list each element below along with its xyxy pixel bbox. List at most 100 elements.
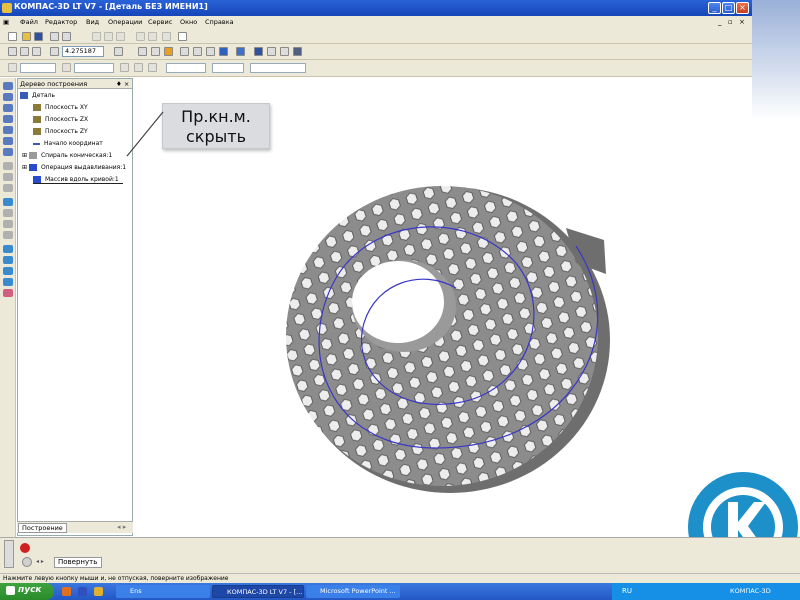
taskbar-item-kompas[interactable]: КОМПАС-3D LT V7 - [...]: [212, 585, 304, 598]
perspective-icon[interactable]: [236, 47, 245, 56]
show-all-icon[interactable]: [151, 47, 160, 56]
filter-icon[interactable]: [3, 148, 13, 156]
arc-icon[interactable]: [3, 137, 13, 145]
param-icon-2[interactable]: [3, 173, 13, 181]
tree-item-origin[interactable]: Начало координат: [33, 140, 103, 147]
zoom-out-icon[interactable]: [32, 47, 41, 56]
tree-item-plane-zy[interactable]: Плоскость ZY: [33, 128, 88, 135]
save-icon[interactable]: [34, 32, 43, 41]
doc-restore-icon[interactable]: ▫: [728, 18, 733, 26]
axis-icon[interactable]: [3, 126, 13, 134]
start-button[interactable]: пуск: [0, 583, 54, 600]
orientation-icon[interactable]: [114, 47, 123, 56]
param-icon-1[interactable]: [3, 162, 13, 170]
tree-item-plane-xy[interactable]: Плоскость XY: [33, 104, 88, 111]
menu-operations[interactable]: Операции: [108, 18, 142, 26]
stop-icon[interactable]: [20, 543, 30, 553]
taskbar-item-folder[interactable]: Ens: [116, 585, 210, 598]
zoom-icon[interactable]: [50, 47, 59, 56]
props-scroll-icon[interactable]: ◂ ▸: [36, 558, 44, 565]
state-field-5[interactable]: [250, 63, 306, 73]
measure-icon[interactable]: [280, 47, 289, 56]
zoom-window-icon[interactable]: [8, 47, 17, 56]
undo-icon[interactable]: [136, 32, 145, 41]
geometry-icon[interactable]: [3, 93, 13, 101]
close-button[interactable]: ×: [736, 2, 749, 14]
open-icon[interactable]: [22, 32, 31, 41]
expand-icon[interactable]: ⊞: [22, 164, 27, 171]
feature-icon-1[interactable]: [3, 245, 13, 253]
print-icon[interactable]: [50, 32, 59, 41]
tab-rotate[interactable]: Повернуть: [54, 557, 102, 568]
menu-service[interactable]: Сервис: [148, 18, 172, 26]
feature-icon-2[interactable]: [3, 256, 13, 264]
operation-icon-1[interactable]: [3, 198, 13, 206]
menu-file[interactable]: Файл: [20, 18, 38, 26]
menu-window[interactable]: Окно: [180, 18, 197, 26]
maximize-button[interactable]: □: [722, 2, 735, 14]
param-icon-3[interactable]: [3, 184, 13, 192]
language-indicator[interactable]: RU: [622, 587, 632, 595]
hidden-lines-icon[interactable]: [193, 47, 202, 56]
state-field-4[interactable]: [212, 63, 244, 73]
help-icon[interactable]: [22, 557, 32, 567]
select-icon[interactable]: [3, 82, 13, 90]
sketch-icon[interactable]: [254, 47, 263, 56]
tree-item-spiral[interactable]: ⊞ Спираль коническая:1: [22, 152, 112, 159]
model-tree-controls[interactable]: ♦ ×: [116, 80, 129, 88]
state-icon-5[interactable]: [148, 63, 157, 72]
quicklaunch-icon-1[interactable]: [62, 587, 71, 596]
state-icon-1[interactable]: [8, 63, 17, 72]
spiral-icon: [28, 152, 37, 159]
zoom-in-icon[interactable]: [20, 47, 29, 56]
state-icon-3[interactable]: [120, 63, 129, 72]
point-icon[interactable]: [3, 115, 13, 123]
state-field-3[interactable]: [166, 63, 206, 73]
tree-item-plane-zx[interactable]: Плоскость ZX: [33, 116, 88, 123]
cut-icon[interactable]: [92, 32, 101, 41]
shaded-icon[interactable]: [219, 47, 228, 56]
tree-item-array[interactable]: Массив вдоль кривой:1: [33, 176, 123, 184]
quicklaunch-icon-2[interactable]: [78, 587, 87, 596]
operation-icon-2[interactable]: [3, 209, 13, 217]
state-icon-4[interactable]: [134, 63, 143, 72]
rotate-icon[interactable]: [164, 47, 173, 56]
quicklaunch-icon-3[interactable]: [94, 587, 103, 596]
stop-icon[interactable]: [162, 32, 171, 41]
doc-close-icon[interactable]: ×: [739, 18, 745, 26]
slide-edge-decoration: [752, 0, 800, 120]
tree-item-extrusion[interactable]: ⊞ Операция выдавливания:1: [22, 164, 126, 171]
paste-icon[interactable]: [116, 32, 125, 41]
menu-edit[interactable]: Редактор: [45, 18, 77, 26]
redo-icon[interactable]: [148, 32, 157, 41]
feature-icon-3[interactable]: [3, 267, 13, 275]
pan-icon[interactable]: [138, 47, 147, 56]
taskbar-item-powerpoint[interactable]: Microsoft PowerPoint ...: [306, 585, 400, 598]
state-field-1[interactable]: [20, 63, 56, 73]
operation-icon-4[interactable]: [3, 231, 13, 239]
doc-menu-icon[interactable]: ▣: [3, 18, 9, 26]
wireframe-icon[interactable]: [180, 47, 189, 56]
properties-icon[interactable]: [293, 47, 302, 56]
menu-view[interactable]: Вид: [86, 18, 99, 26]
edit-component-icon[interactable]: [267, 47, 276, 56]
tab-scroll-icon[interactable]: ◂ ▸: [117, 523, 126, 531]
feature-icon-4[interactable]: [3, 278, 13, 286]
state-icon-2[interactable]: [62, 63, 71, 72]
preview-icon[interactable]: [62, 32, 71, 41]
tree-item-part[interactable]: Деталь: [20, 92, 55, 99]
thin-hidden-icon[interactable]: [206, 47, 215, 56]
new-icon[interactable]: [8, 32, 17, 41]
help-pointer-icon[interactable]: [178, 32, 187, 41]
minimize-button[interactable]: _: [708, 2, 721, 14]
state-field-2[interactable]: [74, 63, 114, 73]
zoom-input[interactable]: 4.275187: [62, 46, 104, 57]
doc-minimize-icon[interactable]: _: [718, 18, 722, 26]
operation-icon-3[interactable]: [3, 220, 13, 228]
menu-help[interactable]: Справка: [205, 18, 234, 26]
dimension-icon[interactable]: [3, 104, 13, 112]
tab-construction[interactable]: Построение: [18, 523, 67, 533]
feature-icon-5[interactable]: [3, 289, 13, 297]
expand-icon[interactable]: ⊞: [22, 152, 27, 159]
copy-icon[interactable]: [104, 32, 113, 41]
